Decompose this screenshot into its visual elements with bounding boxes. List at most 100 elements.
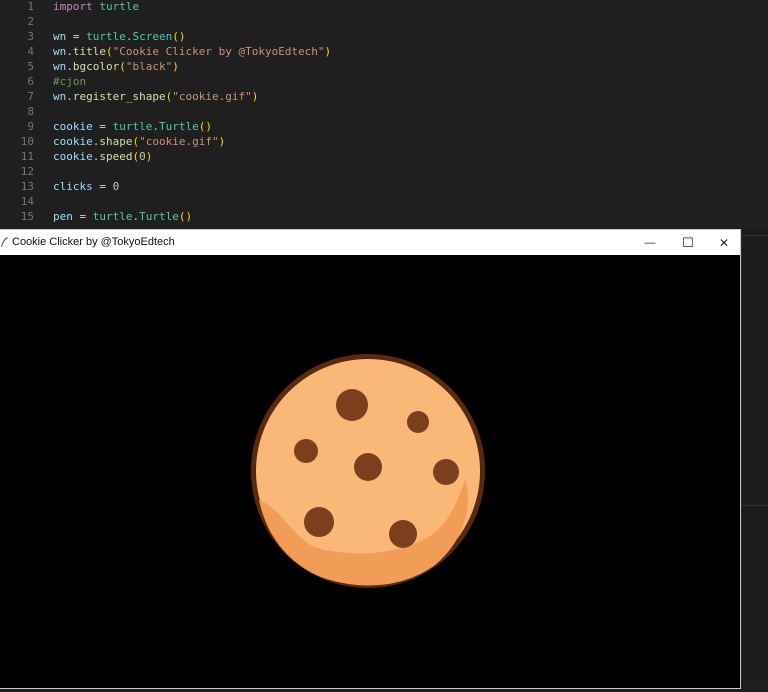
code-token: "Cookie Clicker by @TokyoEdtech" [112,45,325,58]
minimize-icon: — [644,236,656,249]
close-button[interactable]: ✕ [706,230,742,255]
code-line[interactable]: 5 wn.bgcolor("black") [0,59,179,74]
code-line[interactable]: 9 cookie = turtle.Turtle() [0,119,212,134]
line-number: 4 [27,45,34,58]
maximize-button[interactable]: ☐ [670,230,706,255]
code-token: . [152,120,159,133]
line-number: 11 [20,150,34,163]
code-token: bgcolor [72,60,120,73]
code-token: cookie [53,120,93,133]
code-token: speed [99,150,133,163]
code-token: () [178,210,193,223]
line-number: 12 [20,165,34,178]
code-token: wn [53,45,67,58]
code-token: cookie [53,150,93,163]
minimize-button[interactable]: — [632,230,668,255]
code-token: . [66,60,73,73]
cookie-graphic[interactable] [0,255,740,688]
editor-side-panel [741,229,768,677]
code-token: cookie [53,135,93,148]
divider [742,505,768,506]
code-token: wn [53,60,67,73]
turtle-canvas[interactable] [0,255,740,688]
code-line[interactable]: 12 [0,164,53,179]
code-line[interactable]: 14 [0,194,53,209]
feather-icon [1,237,8,247]
code-token: register_shape [72,90,166,103]
line-number: 13 [20,180,34,193]
code-token: Turtle [139,210,179,223]
code-token: () [198,120,212,133]
code-token: turtle [99,0,140,13]
code-line[interactable]: 4 wn.title("Cookie Clicker by @TokyoEdtec… [0,44,331,59]
cookie-icon[interactable] [251,354,485,588]
code-line[interactable]: 3 wn = turtle.Screen() [0,29,186,44]
title-bar[interactable]: Cookie Clicker by @TokyoEdtech — ☐ ✕ [0,230,740,255]
code-token: "black" [125,60,173,73]
line-number: 8 [27,105,34,118]
code-token: turtle [86,30,126,43]
code-token: . [125,30,133,43]
code-token: turtle [112,120,153,133]
line-number: 6 [27,75,34,88]
chocolate-chip [407,411,429,433]
code-token: wn [53,90,67,103]
code-token: pen [53,210,73,223]
code-token: 0 [112,180,120,193]
code-token: . [66,90,73,103]
code-line[interactable]: 2 [0,14,53,29]
code-line[interactable]: 7 wn.register_shape("cookie.gif") [0,89,258,104]
code-line[interactable]: 13 clicks = 0 [0,179,120,194]
code-token: () [172,30,186,43]
line-number: 3 [27,30,34,43]
code-token: shape [99,135,133,148]
code-line[interactable]: 1 import turtle [0,0,139,14]
chocolate-chip [294,439,318,463]
code-line[interactable]: 10 cookie.shape("cookie.gif") [0,134,225,149]
maximize-icon: ☐ [682,234,694,250]
code-token: #cjon [53,75,87,88]
code-line[interactable]: 15 pen = turtle.Turtle() [0,209,192,224]
code-token: = [92,180,113,193]
chocolate-chip [389,520,417,548]
code-token: = [92,120,113,133]
line-number: 14 [20,195,34,208]
code-token: wn [53,30,67,43]
close-icon: ✕ [718,235,730,250]
line-number: 2 [27,15,34,28]
code-token: Turtle [159,120,199,133]
line-number: 1 [27,0,34,13]
code-token: ) [218,135,226,148]
code-token: ) [324,45,332,58]
turtle-window: Cookie Clicker by @TokyoEdtech — ☐ ✕ [0,229,741,689]
code-line[interactable]: 11 cookie.speed(0) [0,149,153,164]
divider [742,235,768,236]
code-line[interactable]: 8 [0,104,53,119]
line-number: 15 [20,210,34,223]
code-token: 0 [139,150,146,163]
line-number: 9 [27,120,34,133]
code-token: Screen [132,30,173,43]
chocolate-chip [336,389,368,421]
code-token: . [66,45,73,58]
code-token: import [53,0,93,13]
line-number: 7 [27,90,34,103]
code-token: "cookie.gif" [172,90,252,103]
line-number: 10 [20,135,34,148]
code-token: = [72,210,93,223]
code-token: turtle [92,210,133,223]
code-token: clicks [53,180,93,193]
code-token: ( [106,45,113,58]
chocolate-chip [354,453,382,481]
code-token: "cookie.gif" [139,135,219,148]
code-token: = [66,30,87,43]
code-token: title [72,45,106,58]
code-line[interactable]: 6 #cjon [0,74,86,89]
chocolate-chip [304,507,334,537]
code-token: ) [145,150,153,163]
code-token: ) [251,90,259,103]
code-token: ) [172,60,179,73]
line-number: 5 [27,60,34,73]
code-token: ( [119,60,126,73]
chocolate-chip [433,459,459,485]
